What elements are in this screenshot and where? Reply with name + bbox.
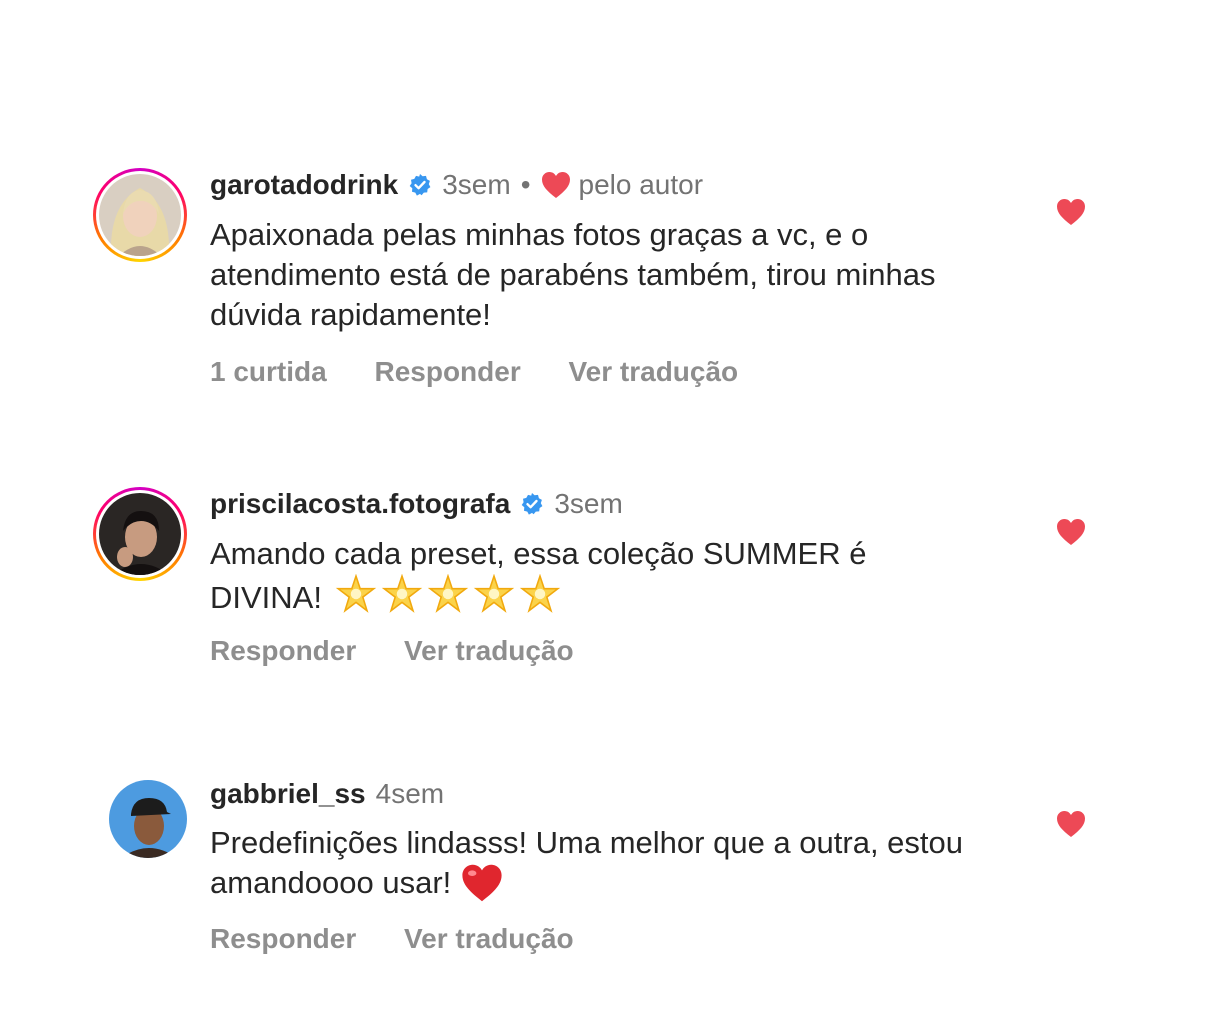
glowing-star-icon	[427, 574, 468, 613]
comment-actions: 1 curtida Responder Ver tradução	[210, 355, 778, 389]
comment-actions: Responder Ver tradução	[210, 634, 614, 668]
separator-dot: •	[520, 169, 531, 200]
comment-time: 3sem	[554, 488, 623, 519]
reply-button[interactable]: Responder	[210, 635, 356, 666]
red-heart-emoji-icon	[462, 864, 502, 902]
glowing-star-emojis	[331, 574, 561, 615]
story-ring[interactable]	[93, 168, 187, 262]
comment-header: garotadodrink 3sem • pelo autor	[210, 168, 703, 202]
comment-time: 3sem	[442, 169, 511, 200]
profile-photo-icon	[109, 780, 187, 858]
comment-text-body: Predefinições lindasss! Uma melhor que a…	[210, 825, 964, 900]
verified-badge-icon	[409, 174, 431, 196]
username[interactable]: gabbriel_ss	[210, 777, 366, 811]
profile-photo-icon	[99, 174, 181, 256]
comment-time: 4sem	[375, 778, 445, 809]
liked-by-author-label: pelo autor	[578, 169, 704, 200]
like-heart-icon[interactable]	[1056, 518, 1086, 546]
username[interactable]: priscilacosta.fotografa	[210, 487, 510, 521]
profile-photo-icon	[99, 493, 181, 575]
avatar[interactable]	[109, 780, 187, 858]
liked-by-author-heart-icon	[541, 172, 570, 198]
see-translation-button[interactable]: Ver tradução	[404, 923, 574, 954]
like-heart-icon[interactable]	[1056, 198, 1086, 226]
story-ring[interactable]	[93, 487, 187, 581]
reply-button[interactable]: Responder	[210, 923, 356, 954]
glowing-star-icon	[519, 574, 560, 613]
like-heart-icon[interactable]	[1056, 810, 1086, 838]
comment-header: gabbriel_ss 4sem	[210, 777, 444, 811]
glowing-star-icon	[335, 574, 376, 613]
comment-text: Predefinições lindasss! Uma melhor que a…	[210, 823, 1010, 903]
comment-actions: Responder Ver tradução	[210, 922, 614, 956]
comment-text: Apaixonada pelas minhas fotos graças a v…	[210, 217, 936, 332]
avatar[interactable]	[99, 174, 181, 256]
comment-header: priscilacosta.fotografa 3sem	[210, 487, 623, 521]
username[interactable]: garotadodrink	[210, 168, 398, 202]
reply-button[interactable]: Responder	[374, 356, 520, 387]
verified-badge-icon	[522, 493, 543, 515]
avatar[interactable]	[99, 493, 181, 575]
comment-text: Amando cada preset, essa coleção SUMMER …	[210, 534, 970, 618]
likes-count-link[interactable]: 1 curtida	[210, 356, 327, 387]
see-translation-button[interactable]: Ver tradução	[569, 356, 739, 387]
glowing-star-icon	[473, 574, 514, 613]
glowing-star-icon	[381, 574, 422, 613]
see-translation-button[interactable]: Ver tradução	[404, 635, 574, 666]
